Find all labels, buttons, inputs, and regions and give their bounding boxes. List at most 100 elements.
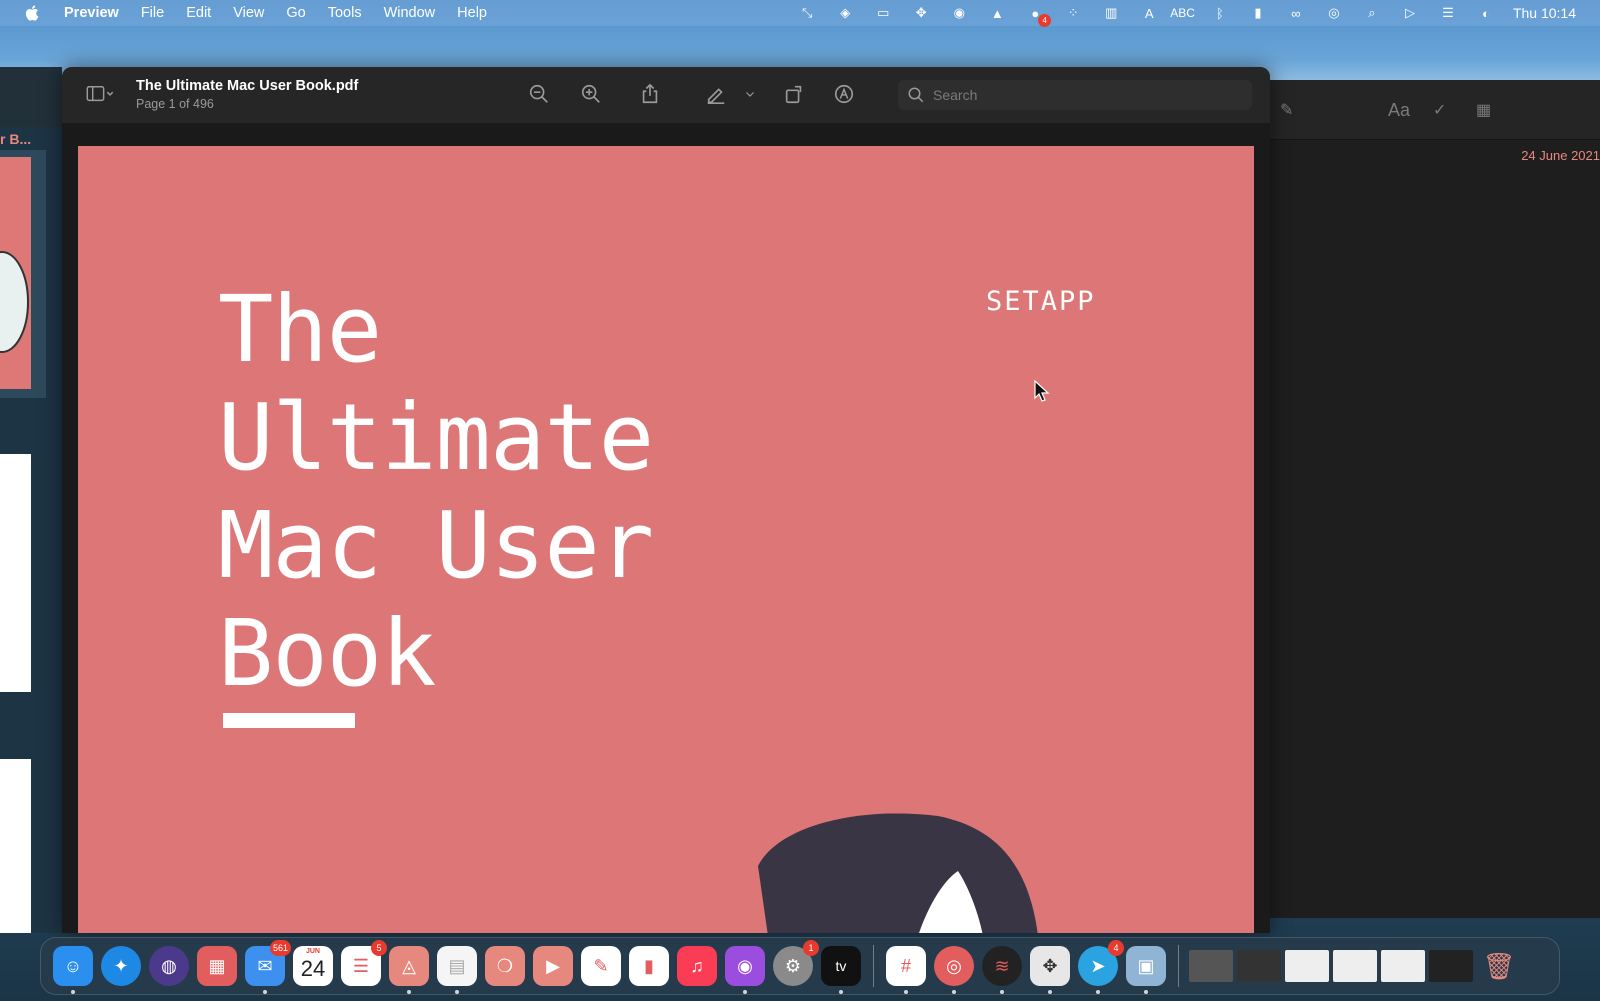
record-icon[interactable]: ◉ — [949, 5, 969, 21]
page-thumbnail[interactable] — [0, 454, 31, 692]
link-icon[interactable]: ∞ — [1286, 5, 1306, 21]
page-thumbnail[interactable] — [0, 759, 31, 933]
user-icon[interactable]: ◎ — [1324, 5, 1344, 21]
menu-clock[interactable]: Thu 10:14 — [1513, 5, 1576, 21]
dock-siri[interactable]: ◍ — [149, 946, 189, 986]
input-source-icon[interactable]: A — [1139, 5, 1159, 21]
markup-button[interactable] — [831, 81, 857, 107]
format-button[interactable]: Aa — [1388, 100, 1410, 121]
dock-facetime[interactable]: ▶ — [533, 946, 573, 986]
status-menu-area: ⤡ ◈ ▭ ✥ ◉ ▲ ● 4 ⁘ ▥ A ABC ᛒ ▮ ∞ ◎ ⌕ ▷ ☰ ◐… — [788, 0, 1600, 27]
zoom-out-button[interactable] — [526, 81, 552, 107]
dock-podcasts[interactable]: ◉ — [725, 946, 765, 994]
podcast-icon: ◉ — [737, 955, 753, 976]
running-indicator — [1048, 990, 1052, 994]
battery-charging-icon[interactable]: ▭ — [873, 5, 893, 21]
notification-center-icon[interactable]: ● 4 — [1025, 5, 1052, 27]
menu-go[interactable]: Go — [286, 5, 305, 21]
checklist-icon[interactable]: ✓ — [1433, 100, 1446, 120]
menu-help[interactable]: Help — [457, 5, 487, 21]
dock-maps[interactable]: ◬ — [389, 946, 429, 994]
control-center-icon[interactable]: ☰ — [1438, 5, 1458, 21]
notification-badge: 4 — [1038, 14, 1052, 27]
highlight-button[interactable] — [703, 81, 729, 107]
menu-file[interactable]: File — [141, 5, 164, 21]
dock-spotify[interactable]: ≋ — [982, 946, 1022, 994]
left-window-title: r B... — [0, 131, 32, 147]
envelope-icon: ✉ — [257, 955, 273, 976]
speech-bubble-icon: ❍ — [496, 955, 514, 976]
dock-tv[interactable]: tv — [821, 946, 861, 994]
cover-title-line: Ultimate — [218, 384, 654, 491]
running-indicator — [1000, 990, 1004, 994]
dock-notes[interactable]: ▤ — [437, 946, 477, 994]
bluetooth-icon[interactable]: ᛒ — [1210, 5, 1230, 21]
dock-calendar[interactable]: JUN 24 — [293, 946, 333, 986]
siri-icon[interactable]: ◐ — [1476, 5, 1496, 21]
dock-safari[interactable]: ✦ — [101, 946, 141, 986]
minimized-window[interactable] — [1381, 950, 1425, 982]
setapp-status-icon[interactable]: ✥ — [911, 5, 931, 21]
minimized-window[interactable] — [1285, 950, 1329, 982]
dock-separator — [873, 945, 874, 987]
dock-messages[interactable]: ❍ — [485, 946, 525, 986]
minimized-window[interactable] — [1237, 950, 1281, 982]
compass-icon: ✦ — [113, 955, 129, 976]
background-window-left[interactable]: r B... — [0, 67, 62, 933]
menu-view[interactable]: View — [233, 5, 264, 21]
dock-trash[interactable]: 🗑 — [1479, 946, 1519, 986]
apple-icon[interactable] — [24, 4, 42, 22]
search-field[interactable] — [898, 80, 1252, 110]
pdf-page[interactable]: The Ultimate Mac User Book SETAPP — [78, 146, 1254, 933]
dock-system-preferences[interactable]: ⚙ 1 — [773, 940, 819, 986]
paper-plane-icon: ➤ — [1090, 955, 1106, 976]
zoom-in-button[interactable] — [578, 81, 604, 107]
dock-setapp[interactable]: ✥ — [1030, 946, 1070, 994]
dock-reminders[interactable]: ☰ 5 — [341, 940, 387, 986]
telegram-badge: 4 — [1108, 940, 1124, 956]
minimized-window[interactable] — [1189, 950, 1233, 982]
notes-window[interactable]: ✎ Aa ✓ ▦ 24 June 2021 — [1250, 80, 1600, 918]
rotate-icon — [785, 85, 802, 104]
compose-icon[interactable]: ✎ — [1280, 100, 1293, 120]
dock-preview[interactable]: ▣ — [1126, 946, 1166, 994]
menu-tools[interactable]: Tools — [328, 5, 362, 21]
preview-window[interactable]: The Ultimate Mac User Book.pdf Page 1 of… — [62, 67, 1270, 933]
expand-icon[interactable]: ⤡ — [797, 5, 817, 21]
minimized-window[interactable] — [1429, 950, 1473, 982]
menu-app-preview[interactable]: Preview — [64, 5, 119, 21]
page-indicator: Page 1 of 496 — [136, 97, 214, 111]
rotate-button[interactable] — [781, 81, 807, 107]
system-preferences-badge: 1 — [803, 940, 819, 956]
highlight-options-button[interactable] — [742, 81, 758, 107]
input-source-label[interactable]: ABC — [1170, 6, 1195, 20]
notification-bell-icon[interactable]: ▲ — [987, 5, 1007, 21]
dock-music[interactable]: ♫ — [677, 946, 717, 986]
battery-icon[interactable]: ▮ — [1248, 5, 1268, 21]
search-input[interactable] — [933, 87, 1233, 103]
dock-slack[interactable]: # — [886, 946, 926, 994]
cover-title-line: Mac User — [218, 492, 654, 599]
table-icon[interactable]: ▦ — [1476, 100, 1491, 120]
chevron-down-icon — [746, 92, 754, 97]
dock-scripts[interactable]: ✎ — [581, 946, 621, 986]
dock-mail[interactable]: ✉ 561 — [245, 940, 291, 994]
dock-chrome[interactable]: ◎ — [934, 946, 974, 994]
dock-telegram[interactable]: ➤ 4 — [1078, 940, 1124, 994]
fox-icon[interactable]: ◈ — [835, 5, 855, 21]
menu-window[interactable]: Window — [384, 5, 436, 21]
dock-numbers[interactable]: ▮ — [629, 946, 669, 986]
menu-edit[interactable]: Edit — [186, 5, 211, 21]
share-button[interactable] — [637, 81, 663, 107]
dock-launchpad[interactable]: ▦ — [197, 946, 237, 986]
page-thumbnail[interactable] — [0, 157, 31, 389]
zoom-in-icon — [581, 84, 600, 103]
memory-icon[interactable]: ▥ — [1101, 5, 1121, 21]
spotlight-search-icon[interactable]: ⌕ — [1362, 5, 1382, 21]
running-indicator — [407, 990, 411, 994]
pen-icon — [707, 88, 725, 104]
play-icon[interactable]: ▷ — [1400, 5, 1420, 21]
sidebar-toggle-button[interactable] — [80, 81, 120, 107]
minimized-window[interactable] — [1333, 950, 1377, 982]
dock-finder[interactable]: ☺ — [53, 946, 93, 994]
